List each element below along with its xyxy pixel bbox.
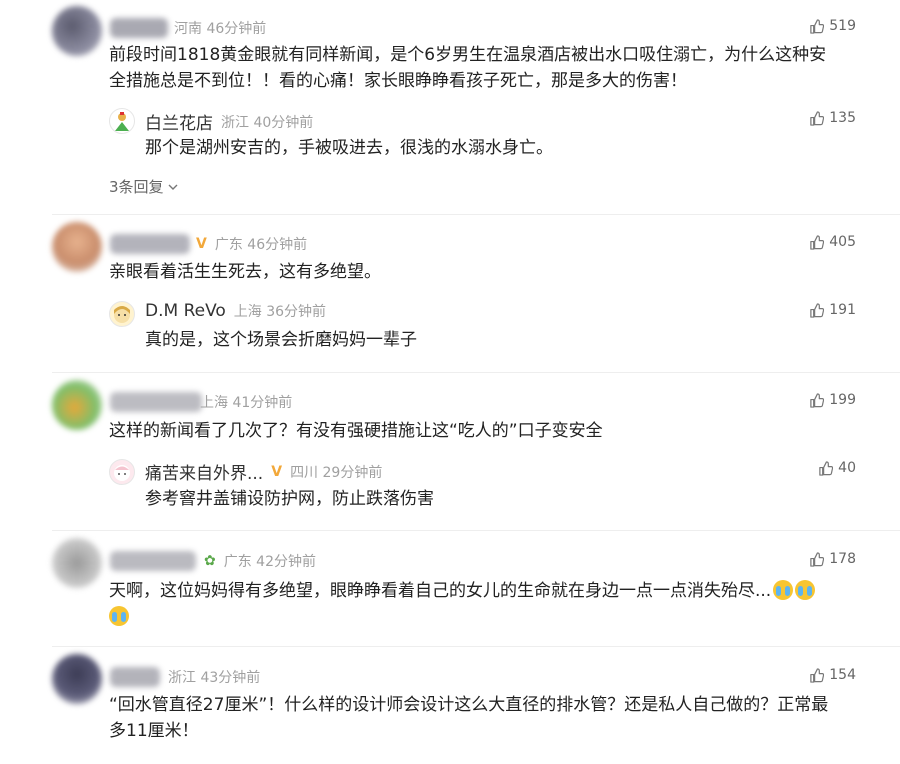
like-count: 519 xyxy=(829,18,856,34)
chevron-down-icon xyxy=(168,184,178,190)
thumbs-up-icon xyxy=(810,667,825,683)
comment-text: “回水管直径27厘米”！什么样的设计师会设计这么大直径的排水管？还是私人自己做的… xyxy=(109,692,828,744)
meta-text: 广东 46分钟前 xyxy=(214,237,308,253)
reply-like-button[interactable]: 40 xyxy=(818,460,856,476)
meta-text: 浙江 43分钟前 xyxy=(168,670,261,686)
username-blurred[interactable] xyxy=(110,18,168,38)
vip-badge-icon: V xyxy=(196,236,207,252)
divider xyxy=(52,372,900,373)
view-replies-button[interactable]: 3条回复 xyxy=(109,176,179,197)
username-blurred[interactable] xyxy=(110,551,196,571)
thumbs-up-icon xyxy=(819,460,834,476)
comment-meta: 浙江 43分钟前 xyxy=(168,667,260,687)
thumbs-up-icon xyxy=(810,18,825,34)
avatar[interactable] xyxy=(52,654,102,704)
reply-avatar[interactable] xyxy=(109,459,135,485)
thumbs-up-icon xyxy=(810,110,825,126)
meta-text: 广东 42分钟前 xyxy=(223,554,316,570)
reply-text: 那个是湖州安吉的，手被吸进去，很浅的水溺水身亡。 xyxy=(145,138,553,158)
reply-author[interactable]: 白兰花店 浙江 40分钟前 xyxy=(145,109,313,134)
meta-text: 河南 46分钟前 xyxy=(174,21,267,37)
reply-username[interactable]: 痛苦来自外界... xyxy=(145,459,263,484)
like-button[interactable]: 154 xyxy=(809,667,856,683)
comment-line: 这样的新闻看了几次了？有没有强硬措施让这“吃人的”口子变安全 xyxy=(109,421,603,441)
divider xyxy=(52,214,900,215)
comment-line: 前段时间1818黄金眼就有同样新闻，是个6岁男生在温泉酒店被出水口吸住溺亡，为什… xyxy=(109,45,827,65)
like-count: 191 xyxy=(829,302,856,318)
reply-like-button[interactable]: 135 xyxy=(809,110,856,126)
crying-emoji-icon xyxy=(109,606,129,626)
comment-meta: 河南 46分钟前 xyxy=(174,18,266,38)
avatar[interactable] xyxy=(52,222,102,272)
reply-username[interactable]: D.M ReVo xyxy=(145,301,226,321)
username-blurred[interactable] xyxy=(110,392,202,412)
thumbs-up-icon xyxy=(810,302,825,318)
reply-avatar[interactable] xyxy=(109,301,135,327)
reply-meta: 浙江 40分钟前 xyxy=(221,114,314,131)
reply-author[interactable]: 痛苦来自外界... V 四川 29分钟前 xyxy=(145,459,383,485)
username-blurred[interactable] xyxy=(110,667,160,687)
comment-line: “回水管直径27厘米”！什么样的设计师会设计这么大直径的排水管？还是私人自己做的… xyxy=(109,695,829,715)
comment-line: 多11厘米！ xyxy=(109,721,199,741)
reply-meta: 四川 29分钟前 xyxy=(290,464,383,481)
comment-text: 天啊，这位妈妈得有多绝望，眼睁睁看着自己的女儿的生命就在身边一点一点消失殆尽..… xyxy=(109,578,851,630)
like-count: 40 xyxy=(838,460,856,476)
like-button[interactable]: 178 xyxy=(809,551,856,567)
vip-badge-icon: V xyxy=(271,463,283,480)
replies-count[interactable]: 3条回复 xyxy=(109,176,164,197)
like-count: 178 xyxy=(829,551,856,567)
avatar[interactable] xyxy=(52,380,102,430)
crying-emoji-icon xyxy=(773,580,794,600)
like-count: 199 xyxy=(829,392,856,408)
reply-text: 真的是，这个场景会折磨妈妈一辈子 xyxy=(145,330,417,350)
divider xyxy=(52,646,900,647)
divider xyxy=(52,530,900,531)
like-count: 135 xyxy=(829,110,856,126)
comment-meta: ✿ 广东 42分钟前 xyxy=(204,551,316,571)
crying-emoji-icon xyxy=(795,580,816,600)
like-button[interactable]: 199 xyxy=(809,392,856,408)
avatar[interactable] xyxy=(52,6,102,56)
like-button[interactable]: 405 xyxy=(809,234,856,250)
like-count: 154 xyxy=(829,667,856,683)
comment-text: 前段时间1818黄金眼就有同样新闻，是个6岁男生在温泉酒店被出水口吸住溺亡，为什… xyxy=(109,42,826,94)
reply-like-button[interactable]: 191 xyxy=(809,302,856,318)
thumbs-up-icon xyxy=(810,234,825,250)
reply-meta: 上海 36分钟前 xyxy=(233,304,327,320)
meta-text: 上海 41分钟前 xyxy=(200,395,293,411)
comment-meta: V 广东 46分钟前 xyxy=(196,234,307,254)
username-blurred[interactable] xyxy=(110,234,190,254)
like-button[interactable]: 519 xyxy=(809,18,856,34)
comment-line: 天啊，这位妈妈得有多绝望，眼睁睁看着自己的女儿的生命就在身边一点一点消失殆尽..… xyxy=(109,581,772,601)
comment-line: 亲眼看着活生生死去，这有多绝望。 xyxy=(109,262,381,282)
reply-avatar[interactable] xyxy=(109,108,135,134)
avatar[interactable] xyxy=(52,538,102,588)
comment-line: 全措施总是不到位！！看的心痛！家长眼睁睁看孩子死亡，那是多大的伤害！ xyxy=(109,71,687,91)
reply-text: 参考窨井盖铺设防护网，防止跌落伤害 xyxy=(145,489,434,509)
plant-badge-icon: ✿ xyxy=(204,553,216,569)
reply-author[interactable]: D.M ReVo 上海 36分钟前 xyxy=(145,301,326,321)
thumbs-up-icon xyxy=(810,551,825,567)
thumbs-up-icon xyxy=(810,392,825,408)
reply-username[interactable]: 白兰花店 xyxy=(145,109,213,134)
comment-meta: 上海 41分钟前 xyxy=(200,392,292,412)
comment-text: 这样的新闻看了几次了？有没有强硬措施让这“吃人的”口子变安全 xyxy=(109,418,603,444)
comment-text: 亲眼看着活生生死去，这有多绝望。 xyxy=(109,259,381,285)
like-count: 405 xyxy=(829,234,856,250)
